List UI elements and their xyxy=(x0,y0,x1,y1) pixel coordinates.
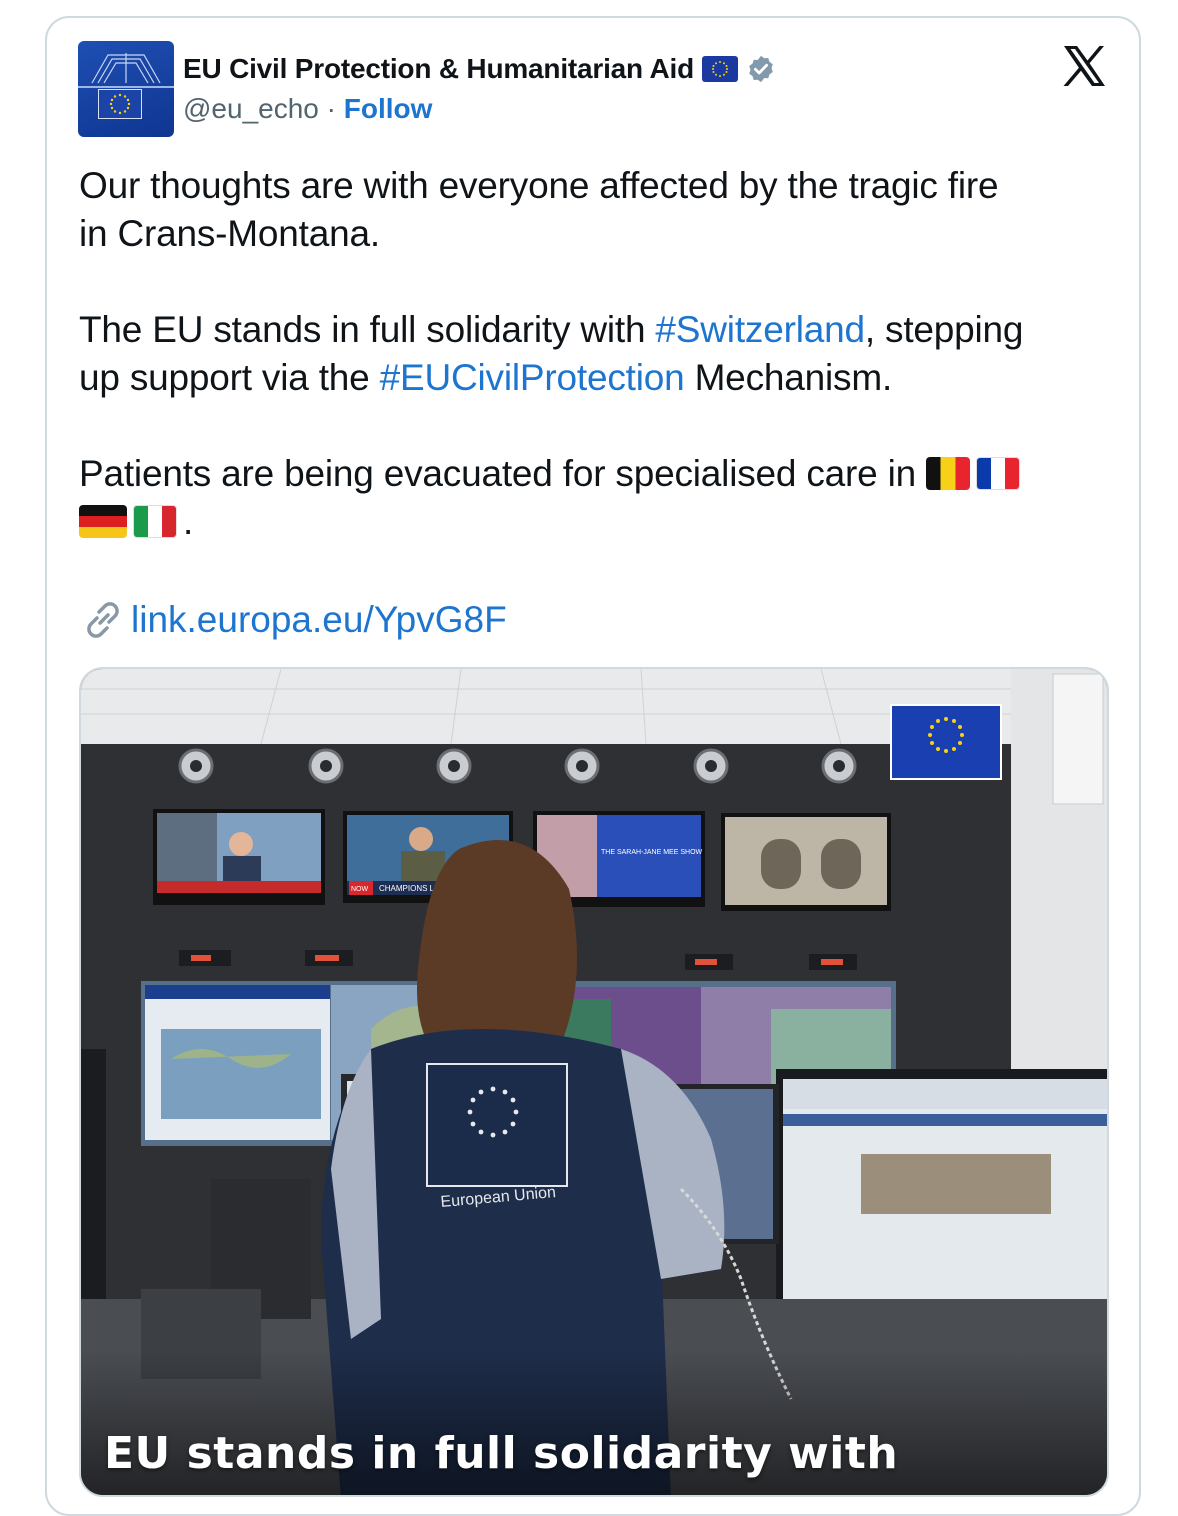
tweet-text-line: up support via the #EUCivilProtection Me… xyxy=(79,354,892,402)
text-segment: up support via the xyxy=(79,357,380,398)
berlaymont-building-icon xyxy=(91,53,161,84)
france-flag-icon xyxy=(976,457,1021,490)
x-logo-icon[interactable] xyxy=(1060,42,1108,90)
eu-flag-emoji-icon xyxy=(702,56,738,82)
text-segment: Mechanism. xyxy=(684,357,893,398)
tweet-text-line: . xyxy=(79,498,193,546)
text-segment: Patients are being evacuated for special… xyxy=(79,453,917,494)
tweet-text-line: The EU stands in full solidarity with #S… xyxy=(79,306,1024,354)
control-room-photo: CHAMPIONS LEAGUE NOW THE SARAH-JANE MEE … xyxy=(81,669,1107,1495)
account-handle-row: @eu_echo · Follow xyxy=(183,93,432,125)
belgium-flag-icon xyxy=(926,457,971,490)
follow-button[interactable]: Follow xyxy=(344,93,433,124)
tv-show-text: THE SARAH-JANE MEE SHOW xyxy=(601,849,703,856)
link-text[interactable]: link.europa.eu/YpvG8F xyxy=(131,596,507,644)
verified-badge-icon[interactable] xyxy=(746,54,776,84)
separator-dot: · xyxy=(326,93,336,124)
italy-flag-icon xyxy=(133,505,177,538)
text-segment: , stepping xyxy=(864,309,1024,350)
hashtag-eucivilprotection-link[interactable]: #EUCivilProtection xyxy=(380,357,685,398)
tv-now-text: NOW xyxy=(351,886,369,893)
eu-flag-icon xyxy=(98,89,142,119)
account-avatar[interactable] xyxy=(78,41,174,137)
tweet-media-image[interactable]: CHAMPIONS LEAGUE NOW THE SARAH-JANE MEE … xyxy=(79,667,1109,1497)
tweet-text-line: in Crans-Montana. xyxy=(79,213,380,254)
tweet-link[interactable]: link.europa.eu/YpvG8F xyxy=(79,596,507,644)
link-icon xyxy=(87,602,119,638)
account-name-row[interactable]: EU Civil Protection & Humanitarian Aid xyxy=(183,50,776,88)
account-handle[interactable]: @eu_echo xyxy=(183,93,319,124)
hashtag-switzerland-link[interactable]: #Switzerland xyxy=(655,309,865,350)
tweet-text-line: Patients are being evacuated for special… xyxy=(79,450,1026,498)
media-caption: EU stands in full solidarity with xyxy=(104,1428,899,1479)
text-segment: The EU stands in full solidarity with xyxy=(79,309,656,350)
text-segment: . xyxy=(183,501,194,542)
tweet-text-line: Our thoughts are with everyone affected … xyxy=(79,165,999,206)
germany-flag-icon xyxy=(79,505,127,538)
account-name[interactable]: EU Civil Protection & Humanitarian Aid xyxy=(183,53,694,85)
